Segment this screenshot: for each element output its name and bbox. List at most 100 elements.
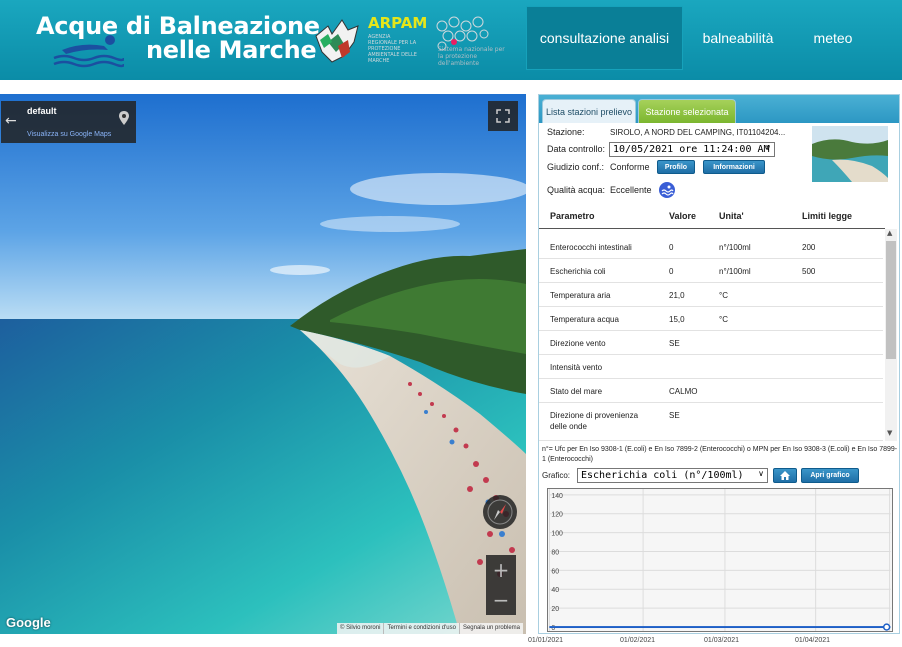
arpam-logo-text: ARPAM [368,14,428,32]
table-row: Direzione di provenienza delle onde SE [539,403,883,441]
site-title-line2: nelle Marche [146,36,317,64]
street-view-panorama[interactable]: ← default Visualizza su Google Maps + − … [0,94,526,634]
date-select[interactable]: 10/05/2021 ore 11:24:00 AM ∨ [609,142,775,157]
compass-button[interactable] [483,495,517,529]
cell-unita: °C [719,291,728,300]
judgment-value: Conforme [610,162,650,172]
chart-select-value: Escherichia coli (n°/100ml) [581,470,744,481]
chart-home-button[interactable] [773,468,797,483]
col-parametro: Parametro [550,211,595,221]
station-label: Stazione: [547,127,585,137]
water-quality-chart[interactable]: 140 120 100 80 60 40 20 0 [547,488,893,632]
attribution-author[interactable]: © Silvio moroni [337,623,385,634]
zoom-out-button[interactable]: − [486,585,516,615]
arpam-logo-subtitle: AGENZIA REGIONALE PER LA PROTEZIONE AMBI… [368,34,417,64]
nav-consultazione-analisi[interactable]: consultazione analisi [526,6,683,70]
info-button[interactable]: Informazioni [703,160,765,174]
site-logo[interactable]: Acque di Balneazione nelle Marche ARPAM … [8,4,518,74]
cell-parametro: Temperatura acqua [550,315,619,324]
chart-parameter-select[interactable]: Escherichia coli (n°/100ml) ∨ [577,468,768,483]
station-value: SIROLO, A NORD DEL CAMPING, IT01104204..… [610,128,786,137]
panel-tabs: Lista stazioni prelievo Stazione selezio… [539,95,899,123]
chart-y-tick-label: 60 [551,568,559,575]
cell-parametro: Enterococchi intestinali [550,243,632,252]
chart-y-tick-label: 100 [551,531,563,538]
station-photo-thumbnail[interactable] [812,126,888,182]
map-pin-icon[interactable] [119,111,129,125]
cell-valore: 21,0 [669,291,685,300]
table-row: Direzione vento SE [539,331,883,355]
fullscreen-icon [496,109,510,123]
attribution-report-link[interactable]: Segnala un problema [460,623,523,634]
cell-valore: SE [669,411,680,420]
excellent-quality-icon [659,182,675,198]
chart-y-tick-label: 0 [551,625,555,632]
cell-unita: °C [719,315,728,324]
chart-y-tick-label: 20 [551,606,559,613]
zoom-control: + − [486,555,516,615]
cell-parametro: Direzione di provenienza delle onde [550,411,639,431]
station-panel: Lista stazioni prelievo Stazione selezio… [538,94,900,634]
back-arrow-icon[interactable]: ← [5,113,17,129]
cell-valore: CALMO [669,387,698,396]
home-icon [780,471,790,480]
table-row: Temperatura aria 21,0 °C [539,283,883,307]
header-divider [0,80,902,94]
cell-valore: SE [669,339,680,348]
scroll-up-arrow-icon[interactable]: ▲ [887,229,892,237]
table-scrollbar[interactable]: ▲ ▼ [885,229,897,441]
compass-icon [487,499,513,525]
tab-stazione-selezionata[interactable]: Stazione selezionata [638,99,736,123]
col-unita: Unita' [719,211,744,221]
units-footnote: n°= Ufc per En Iso 9308-1 (E.coli) e En … [542,446,898,463]
cell-unita: n°/100ml [719,267,751,276]
nav-meteo[interactable]: meteo [793,6,873,70]
table-row: Stato del mare CALMO [539,379,883,403]
table-row: Temperatura acqua 15,0 °C [539,307,883,331]
chart-x-tick-label: 01/02/2021 [620,637,656,644]
date-select-value: 10/05/2021 ore 11:24:00 AM [613,144,770,155]
nav-balneabilita[interactable]: balneabilità [683,6,793,70]
quality-value: Eccellente [610,185,652,195]
google-logo: Google [6,615,51,630]
cell-limiti: 200 [802,243,816,252]
col-valore: Valore [669,211,697,221]
parameters-table-body[interactable]: Enterococchi intestinali 0 n°/100ml 200 … [539,235,883,441]
cell-limiti: 500 [802,267,816,276]
chart-x-tick-label: 01/04/2021 [795,637,831,644]
parameters-table-header: Parametro Valore Unita' Limiti legge [539,207,885,229]
cell-valore: 15,0 [669,315,685,324]
chart-x-tick-label: 01/01/2021 [528,637,564,644]
col-limiti-legge: Limiti legge [802,211,853,221]
chevron-down-icon: ∨ [765,143,771,152]
open-chart-button[interactable]: Apri grafico [801,468,859,483]
zoom-in-button[interactable]: + [486,555,516,585]
marche-region-logo [315,19,359,63]
chart-data-point[interactable] [882,623,891,631]
cell-parametro: Intensità vento [550,363,603,372]
tab-lista-stazioni[interactable]: Lista stazioni prelievo [542,99,636,123]
scrollbar-thumb[interactable] [886,241,896,359]
chart-y-tick-label: 140 [551,493,563,500]
table-row: Escherichia coli 0 n°/100ml 500 [539,259,883,283]
beach-panorama-image [0,94,526,634]
street-view-location-name: default [27,106,57,116]
quality-label: Qualità acqua: [547,185,606,195]
map-attribution: © Silvio moroni Termini e condizioni d'u… [337,623,523,634]
cell-parametro: Escherichia coli [550,267,606,276]
site-header: Acque di Balneazione nelle Marche ARPAM … [0,0,902,80]
scroll-down-arrow-icon[interactable]: ▼ [887,429,892,437]
cell-parametro: Temperatura aria [550,291,611,300]
table-row: Intensità vento [539,355,883,379]
cell-parametro: Direzione vento [550,339,606,348]
cell-unita: n°/100ml [719,243,751,252]
google-maps-link[interactable]: Visualizza su Google Maps [27,131,111,138]
judgment-label: Giudizio conf.: [547,162,605,172]
fullscreen-button[interactable] [488,101,518,131]
profile-button[interactable]: Profilo [657,160,695,174]
chart-x-tick-label: 01/03/2021 [704,637,740,644]
date-label: Data controllo: [547,144,606,154]
street-view-info-card: ← default Visualizza su Google Maps [1,101,136,143]
chart-select-label: Grafico: [542,471,571,480]
attribution-terms-link[interactable]: Termini e condizioni d'uso [384,623,460,634]
